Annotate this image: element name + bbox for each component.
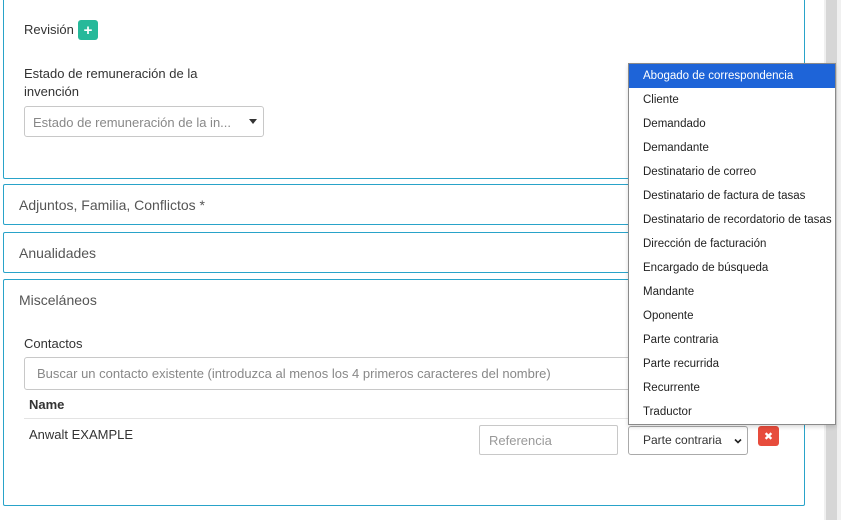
chevron-down-icon [734, 438, 742, 444]
dropdown-option[interactable]: Parte recurrida [629, 352, 835, 376]
remuneration-status-value: Estado de remuneración de la in... [33, 115, 232, 130]
remuneration-status-select[interactable]: Estado de remuneración de la in... [24, 106, 264, 137]
contact-name: Anwalt EXAMPLE [29, 427, 134, 442]
reference-input[interactable] [479, 425, 618, 455]
contact-role-select[interactable]: Parte contraria [628, 426, 748, 455]
dropdown-option[interactable]: Oponente [629, 304, 835, 328]
dropdown-option[interactable]: Demandante [629, 136, 835, 160]
close-icon: ✖ [763, 430, 774, 443]
dropdown-option[interactable]: Mandante [629, 280, 835, 304]
dropdown-option[interactable]: Abogado de correspondencia [629, 64, 835, 88]
revision-label: Revisión [24, 22, 74, 37]
dropdown-option[interactable]: Dirección de facturación [629, 232, 835, 256]
dropdown-option[interactable]: Traductor [629, 400, 835, 424]
contact-role-dropdown[interactable]: Abogado de correspondencia Cliente Demanda… [628, 63, 836, 425]
caret-down-icon [249, 119, 257, 124]
misc-panel-title[interactable]: Misceláneos [19, 292, 97, 308]
dropdown-option[interactable]: Destinatario de recordatorio de tasas [629, 208, 835, 232]
dropdown-option[interactable]: Encargado de búsqueda [629, 256, 835, 280]
plus-icon: + [83, 21, 93, 39]
name-column-header: Name [29, 397, 65, 412]
contacts-label: Contactos [24, 336, 83, 351]
dropdown-option[interactable]: Cliente [629, 88, 835, 112]
dropdown-option[interactable]: Demandado [629, 112, 835, 136]
contact-role-value: Parte contraria [643, 433, 722, 447]
dropdown-option[interactable]: Recurrente [629, 376, 835, 400]
remuneration-status-label: Estado de remuneración de la invención [24, 66, 198, 99]
delete-contact-button[interactable]: ✖ [758, 426, 779, 446]
annuities-panel-title[interactable]: Anualidades [19, 245, 96, 261]
dropdown-option[interactable]: Destinatario de factura de tasas [629, 184, 835, 208]
dropdown-option[interactable]: Parte contraria [629, 328, 835, 352]
attachments-panel-title[interactable]: Adjuntos, Familia, Conflictos * [19, 197, 205, 213]
contact-search-input[interactable] [24, 357, 636, 390]
dropdown-option[interactable]: Destinatario de correo [629, 160, 835, 184]
add-revision-button[interactable]: + [78, 20, 98, 40]
